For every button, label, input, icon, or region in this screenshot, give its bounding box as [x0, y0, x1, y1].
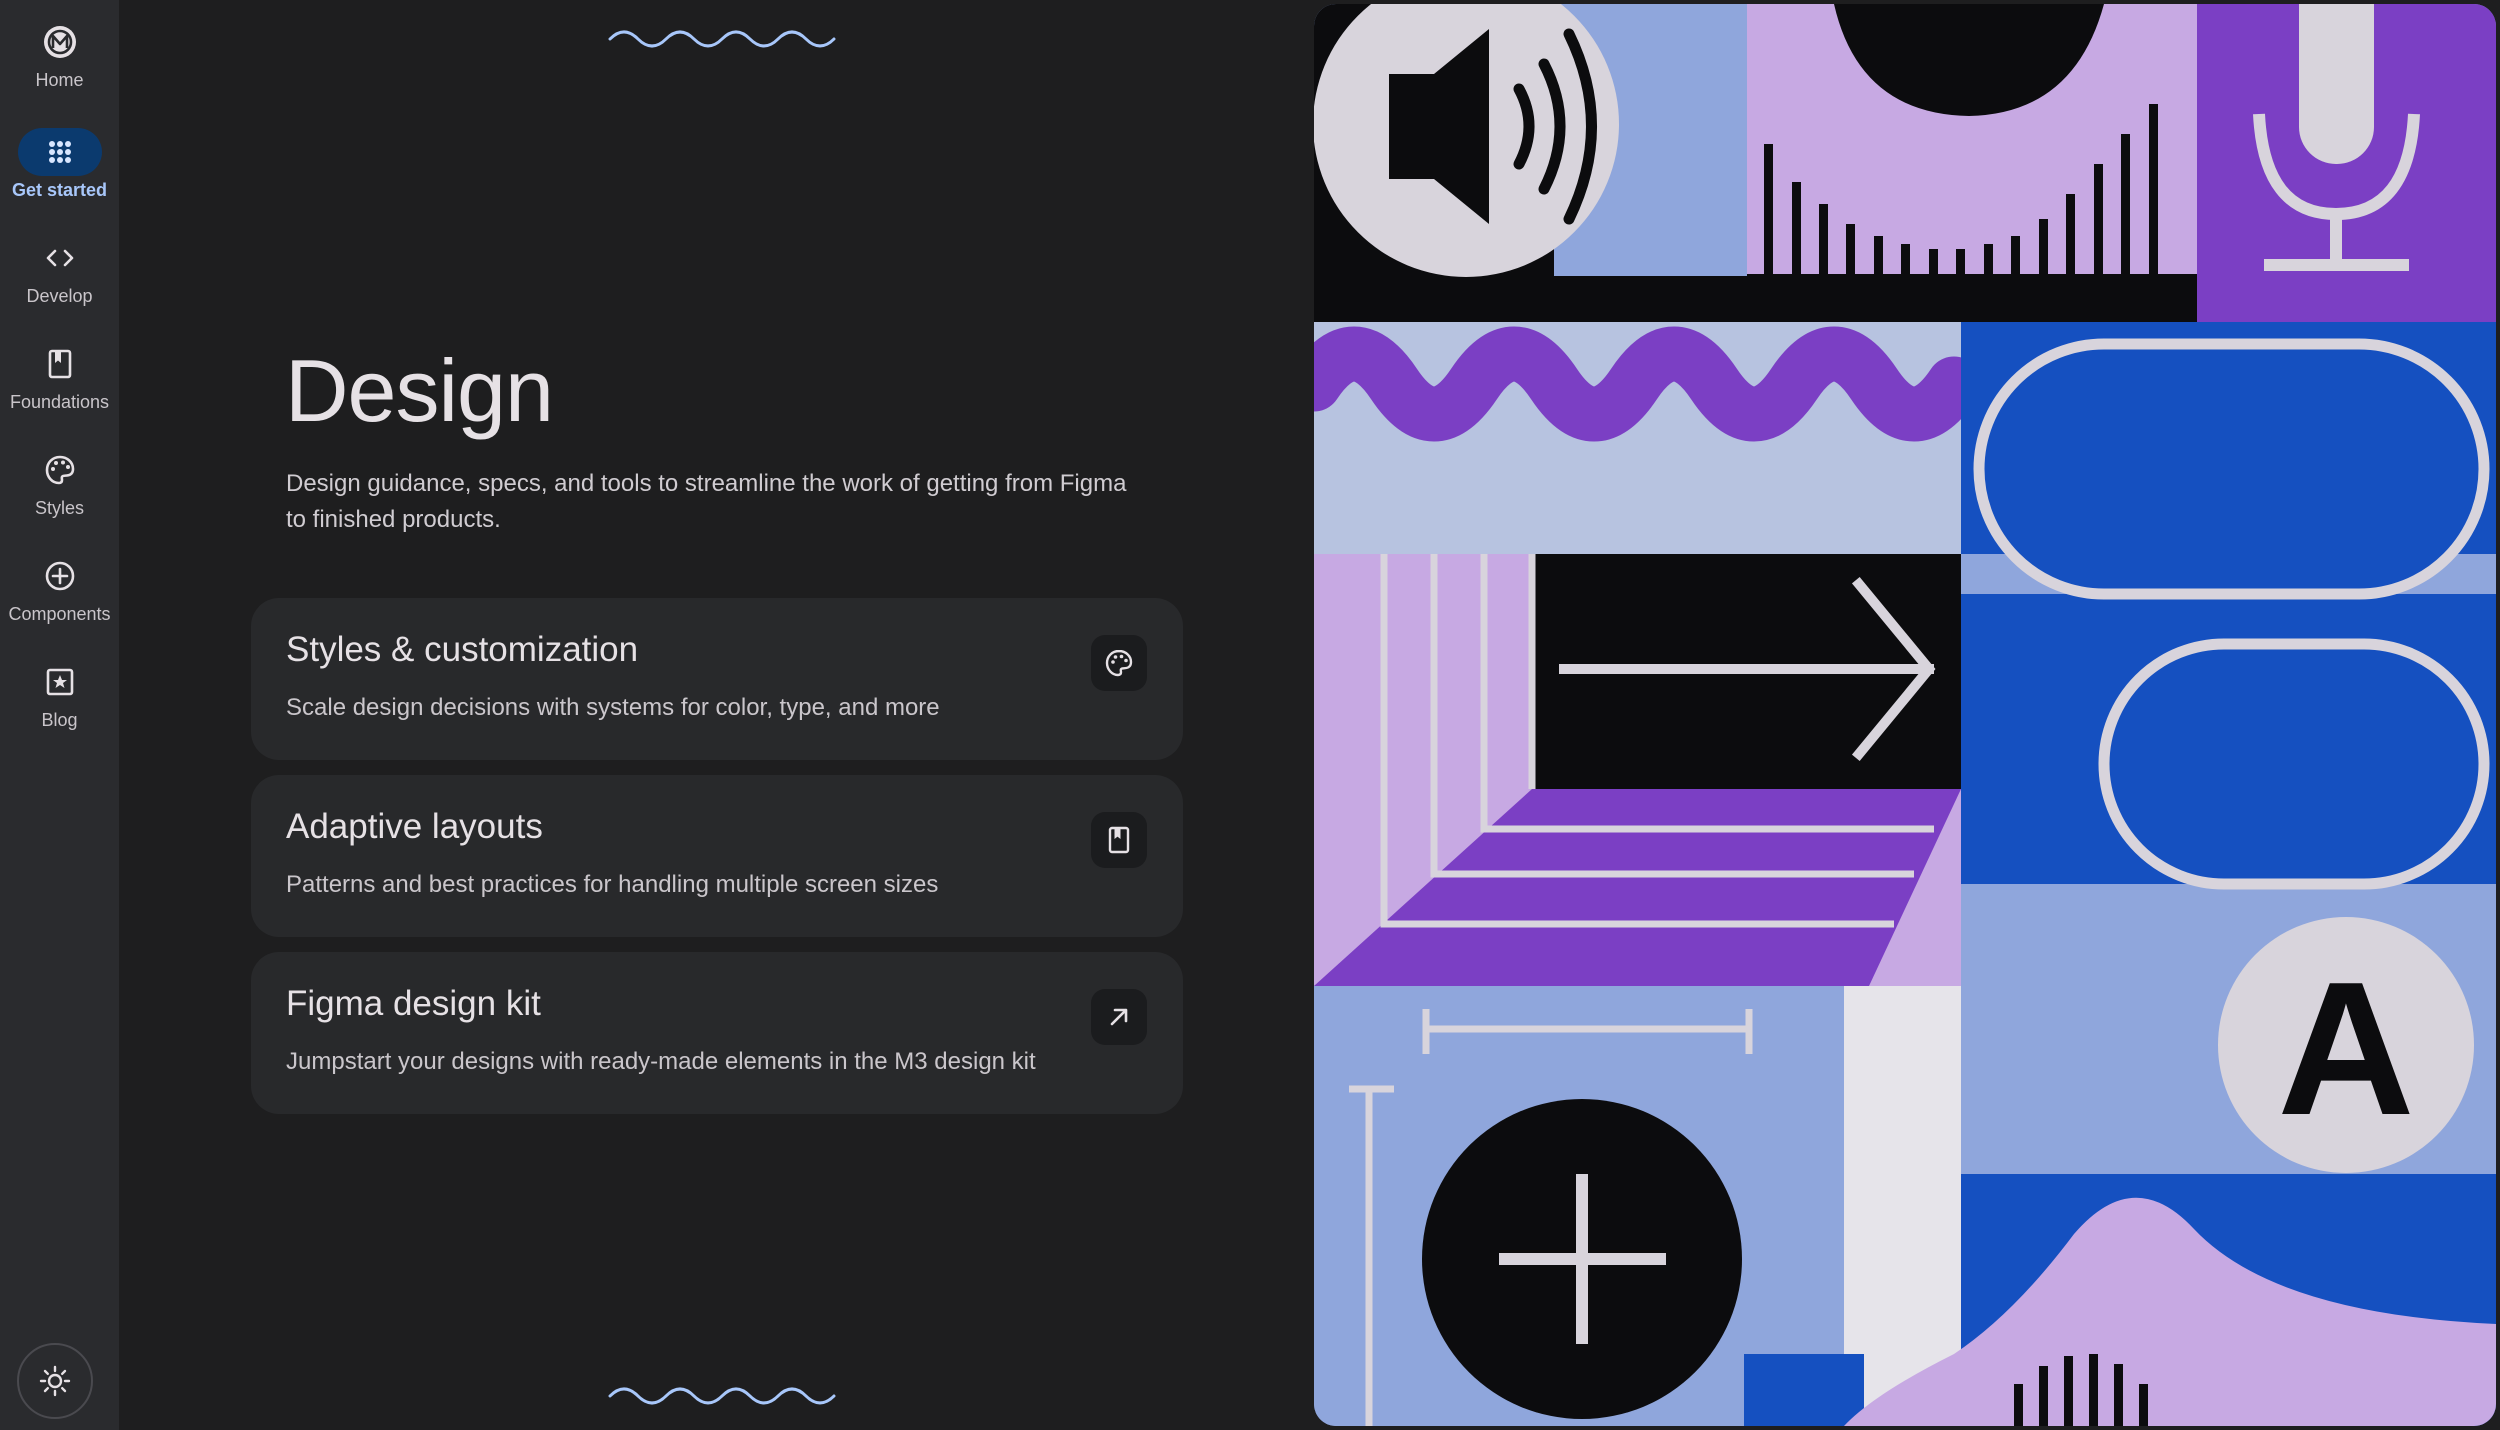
code-icon	[46, 249, 73, 267]
nav-pill-get-started	[17, 128, 102, 176]
card-adaptive-layouts[interactable]: Adaptive layouts Patterns and best pract…	[251, 775, 1183, 937]
nav-item-blog[interactable]: Blog	[0, 658, 119, 731]
nav-label-home: Home	[35, 70, 84, 90]
nav-label-styles: Styles	[34, 498, 85, 518]
wavy-divider-bottom	[608, 1387, 836, 1405]
star-box-icon	[46, 668, 73, 696]
nav-pill-develop	[18, 234, 102, 282]
wavy-divider-top	[608, 30, 836, 48]
nav-label-develop: Develop	[26, 286, 93, 306]
nav-item-components[interactable]: Components	[0, 552, 119, 625]
palette-icon	[45, 455, 74, 485]
nav-pill-styles	[18, 446, 102, 494]
hero-illustration-art: A	[1314, 4, 2496, 1426]
letter-a: A	[2277, 943, 2414, 1155]
nav-label-get-started: Get started	[11, 180, 108, 200]
card-icon-container	[1091, 989, 1147, 1045]
page-description: Design guidance, specs, and tools to str…	[286, 470, 1127, 533]
card-figma-design-kit[interactable]: Figma design kit Jumpstart your designs …	[251, 952, 1183, 1114]
material-logo-icon	[43, 26, 76, 58]
bookmark-book-icon	[1108, 826, 1130, 854]
wave-shape	[1314, 326, 1982, 442]
theme-toggle-button[interactable]	[17, 1343, 93, 1419]
nav-label-components: Components	[8, 604, 111, 624]
book-icon	[48, 349, 71, 379]
nav-item-develop[interactable]: Develop	[0, 234, 119, 307]
card-icon-container	[1091, 812, 1147, 868]
card-styles-customization[interactable]: Styles & customization Scale design deci…	[251, 598, 1183, 760]
add-circle-icon	[45, 561, 74, 591]
nav-item-foundations[interactable]: Foundations	[0, 340, 119, 413]
nav-item-get-started[interactable]: Get started	[0, 128, 119, 201]
nav-pill-home	[18, 18, 102, 66]
nav-item-styles[interactable]: Styles	[0, 446, 119, 519]
navigation-rail: Home Get started Develop Foundations Sty…	[0, 0, 119, 1430]
card-title: Figma design kit	[286, 984, 541, 1023]
arrow-outward-icon	[1110, 1008, 1128, 1026]
page-title: Design	[285, 341, 554, 440]
palette-icon	[1105, 649, 1133, 677]
nav-item-home[interactable]: Home	[0, 18, 119, 91]
sun-icon	[39, 1365, 71, 1397]
pill-shape-large	[1973, 338, 2490, 600]
card-title: Styles & customization	[286, 630, 639, 669]
card-icon-container	[1091, 635, 1147, 691]
nav-pill-blog	[18, 658, 102, 706]
nav-label-blog: Blog	[41, 710, 78, 730]
app-window: Home Get started Develop Foundations Sty…	[0, 0, 2500, 1430]
nav-label-foundations: Foundations	[9, 392, 110, 412]
card-description: Scale design decisions with systems for …	[286, 694, 940, 721]
hero-illustration: A	[1314, 4, 2496, 1426]
card-description: Patterns and best practices for handling…	[286, 871, 939, 898]
nav-pill-foundations	[18, 340, 102, 388]
card-title: Adaptive layouts	[286, 807, 543, 846]
card-description: Jumpstart your designs with ready-made e…	[286, 1048, 1036, 1075]
pill-shape-small	[2098, 638, 2490, 890]
nav-pill-components	[18, 552, 102, 600]
apps-grid-icon	[48, 141, 71, 163]
